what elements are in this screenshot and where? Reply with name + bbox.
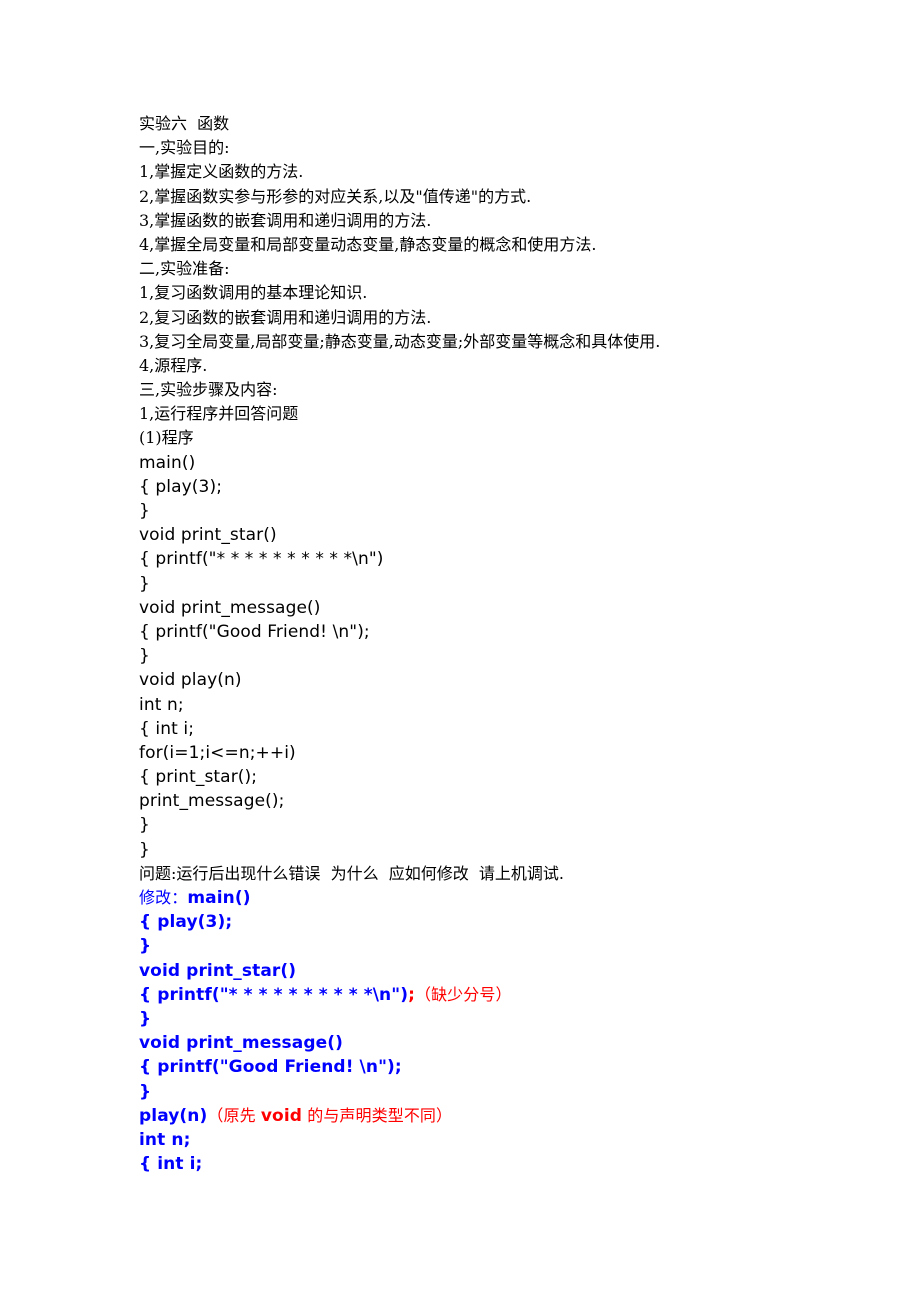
section-heading: 一,实验目的:: [139, 138, 230, 158]
fix-block: 修改：main() { play(3); } void print_star()…: [139, 886, 859, 1176]
list-item: 1,复习函数调用的基本理论知识.: [139, 283, 368, 303]
fix-line: { printf("Good Friend! \n");: [139, 1057, 402, 1078]
fix-code: { printf("* * * * * * * * * *\n"): [139, 984, 409, 1005]
code-block: main() { play(3); } void print_star() { …: [139, 451, 859, 862]
fix-line: void print_message(): [139, 1033, 343, 1054]
fix-line: 修改：main(): [139, 886, 859, 910]
question-text: 问题:运行后出现什么错误 为什么 应如何修改 请上机调试.: [139, 863, 564, 883]
program-label: (1)程序: [139, 428, 194, 448]
fix-line: { printf("* * * * * * * * * *\n");（缺少分号）: [139, 983, 859, 1007]
code-line: int n;: [139, 694, 184, 715]
code-line: }: [139, 839, 150, 860]
code-line: main(): [139, 452, 196, 473]
code-line: }: [139, 815, 150, 836]
fix-code: main(): [187, 888, 251, 908]
fix-annotation-keyword: void: [260, 1105, 303, 1126]
step-label: 1,运行程序并回答问题: [139, 404, 299, 424]
fix-line: }: [139, 936, 152, 957]
fix-line: void print_star(): [139, 960, 297, 981]
fix-annotation-suffix: 的与声明类型不同）: [302, 1105, 453, 1125]
code-line: { play(3);: [139, 476, 223, 497]
code-line: { printf("Good Friend! \n");: [139, 621, 370, 642]
document-title: 实验六 函数: [139, 114, 230, 133]
fix-annotation: （缺少分号）: [414, 984, 512, 1004]
code-line: print_message();: [139, 791, 285, 812]
code-line: }: [139, 573, 150, 594]
code-line: }: [139, 646, 150, 667]
list-item: 1,掌握定义函数的方法.: [139, 162, 304, 182]
code-line: }: [139, 501, 150, 521]
fix-label: 修改：: [139, 888, 188, 907]
fix-line: { int i;: [139, 1154, 203, 1175]
list-item: 4,源程序.: [139, 355, 208, 375]
code-line: { int i;: [139, 718, 195, 739]
fix-line: }: [139, 1081, 152, 1102]
fix-line: int n;: [139, 1129, 191, 1150]
fix-code: play(n): [139, 1105, 208, 1126]
code-line: { print_star();: [139, 767, 258, 788]
list-item: 3,掌握函数的嵌套调用和递归调用的方法.: [139, 210, 432, 230]
fix-line: }: [139, 1008, 152, 1029]
section-heading: 二,实验准备:: [139, 259, 230, 279]
fix-annotation-prefix: （原先: [207, 1105, 261, 1125]
code-line: { printf("* * * * * * * * * *\n"): [139, 549, 384, 570]
code-line: void print_star(): [139, 525, 277, 546]
fix-line: play(n)（原先 void 的与声明类型不同）: [139, 1104, 859, 1128]
list-item: 2,复习函数的嵌套调用和递归调用的方法.: [139, 307, 432, 327]
fix-added-semicolon: ;: [408, 984, 415, 1005]
section-heading: 三,实验步骤及内容:: [139, 380, 278, 400]
list-item: 4,掌握全局变量和局部变量动态变量,静态变量的概念和使用方法.: [139, 234, 597, 254]
document-page: 实验六 函数 一,实验目的: 1,掌握定义函数的方法. 2,掌握函数实参与形参的…: [139, 112, 859, 1176]
list-item: 3,复习全局变量,局部变量;静态变量,动态变量;外部变量等概念和具体使用.: [139, 331, 661, 351]
list-item: 2,掌握函数实参与形参的对应关系,以及"值传递"的方式.: [139, 186, 532, 206]
code-line: for(i=1;i<=n;++i): [139, 742, 296, 763]
fix-line: { play(3);: [139, 912, 233, 933]
code-line: void print_message(): [139, 597, 321, 618]
code-line: void play(n): [139, 670, 242, 691]
